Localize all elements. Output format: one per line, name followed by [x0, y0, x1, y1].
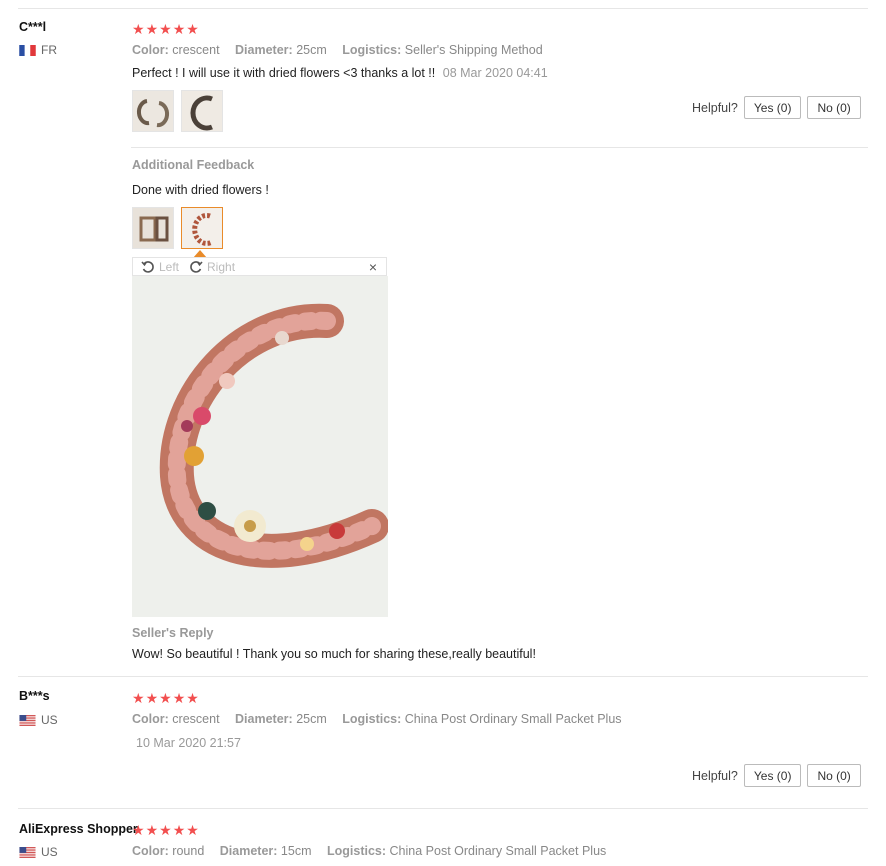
star-icon: ★: [186, 822, 199, 838]
flag-fr-icon: [19, 44, 36, 56]
attr-color-key: Color:: [132, 844, 169, 858]
photo-crescent-pair: [133, 91, 173, 131]
review-attributes: Color: crescent Diameter: 25cm Logistics…: [132, 43, 555, 57]
attr-diameter-key: Diameter:: [235, 712, 293, 726]
rotate-right-button[interactable]: Right: [189, 260, 235, 274]
attr-logistics-value: Seller's Shipping Method: [404, 43, 543, 57]
review-date: 10 Mar 2020 21:57: [136, 736, 241, 750]
attr-diameter-value: 25cm: [296, 43, 327, 57]
country-code: FR: [41, 43, 57, 57]
additional-feedback-text: Done with dried flowers !: [132, 183, 269, 197]
star-icon: ★: [159, 21, 172, 37]
reviewer-country: US: [19, 713, 58, 727]
photo-crescent-single: [182, 91, 222, 131]
helpful-group: Helpful? Yes (0) No (0): [692, 764, 861, 787]
helpful-no-button[interactable]: No (0): [807, 96, 861, 119]
close-icon[interactable]: ×: [369, 259, 377, 275]
country-code: US: [41, 845, 58, 859]
helpful-group: Helpful? Yes (0) No (0): [692, 96, 861, 119]
seller-reply-title: Seller's Reply: [132, 626, 214, 640]
star-icon: ★: [186, 21, 199, 37]
attr-logistics-value: China Post Ordinary Small Packet Plus: [389, 844, 607, 858]
attr-logistics-key: Logistics:: [342, 712, 402, 726]
star-icon: ★: [132, 21, 145, 37]
star-icon: ★: [172, 21, 186, 37]
star-rating: ★ ★ ★ ★ ★: [132, 22, 199, 36]
attr-logistics-key: Logistics:: [342, 43, 402, 57]
seller-reply-text: Wow! So beautiful ! Thank you so much fo…: [132, 647, 536, 661]
attr-logistics-key: Logistics:: [326, 844, 387, 858]
review-attributes: Color: round Diameter: 15cm Logistics: C…: [132, 844, 618, 858]
helpful-label: Helpful?: [692, 100, 738, 115]
helpful-no-button[interactable]: No (0): [807, 764, 861, 787]
rotate-left-button[interactable]: Left: [141, 260, 179, 274]
review-photo-thumb[interactable]: [132, 90, 174, 132]
review-text-line: Perfect ! I will use it with dried flowe…: [132, 66, 548, 80]
review-date-line: 10 Mar 2020 21:57: [132, 734, 241, 752]
divider: [18, 808, 868, 809]
divider: [131, 147, 868, 148]
star-icon: ★: [159, 690, 172, 706]
reviewer-country: US: [19, 845, 58, 859]
additional-photo-thumb[interactable]: [132, 207, 174, 249]
reviewer-name: B***s: [19, 689, 50, 703]
country-code: US: [41, 713, 58, 727]
review-photo-large: [132, 276, 388, 617]
star-icon: ★: [172, 690, 186, 706]
flag-us-icon: [19, 846, 36, 858]
star-icon: ★: [132, 822, 145, 838]
attr-color-key: Color:: [132, 43, 169, 57]
additional-photo-thumb-active[interactable]: [181, 207, 223, 249]
reviewer-name: AliExpress Shopper: [19, 822, 138, 836]
star-icon: ★: [145, 690, 159, 706]
rotate-right-icon: [190, 260, 203, 273]
review-photo-thumb[interactable]: [181, 90, 223, 132]
attr-diameter-key: Diameter:: [235, 43, 293, 57]
rotate-right-label: Right: [207, 259, 236, 274]
star-rating: ★ ★ ★ ★ ★: [132, 691, 199, 705]
star-icon: ★: [159, 822, 172, 838]
attr-color-value: round: [172, 844, 205, 858]
review-attributes: Color: crescent Diameter: 25cm Logistics…: [132, 712, 634, 726]
divider: [18, 8, 868, 9]
attr-color-key: Color:: [132, 712, 169, 726]
photo-flower-crescent: [182, 208, 222, 248]
divider: [18, 676, 868, 677]
additional-feedback-title: Additional Feedback: [132, 158, 255, 172]
attr-color-value: crescent: [172, 43, 220, 57]
star-icon: ★: [172, 822, 186, 838]
attr-color-value: crescent: [172, 712, 220, 726]
reviewer-name: C***l: [19, 20, 47, 34]
star-icon: ★: [145, 21, 159, 37]
photo-flower-frames: [133, 208, 173, 248]
rotate-left-label: Left: [159, 259, 180, 274]
star-rating: ★ ★ ★ ★ ★: [132, 823, 199, 837]
review-text: Perfect ! I will use it with dried flowe…: [132, 66, 436, 80]
attr-diameter-value: 25cm: [296, 712, 327, 726]
attr-diameter-key: Diameter:: [219, 844, 278, 858]
attr-logistics-value: China Post Ordinary Small Packet Plus: [404, 712, 622, 726]
rotate-left-icon: [141, 260, 154, 273]
helpful-label: Helpful?: [692, 768, 738, 783]
helpful-yes-button[interactable]: Yes (0): [743, 764, 802, 787]
attr-diameter-value: 15cm: [280, 844, 312, 858]
star-icon: ★: [145, 822, 159, 838]
reviewer-country: FR: [19, 43, 57, 57]
star-icon: ★: [132, 690, 145, 706]
flag-us-icon: [19, 714, 36, 726]
star-icon: ★: [186, 690, 199, 706]
helpful-yes-button[interactable]: Yes (0): [743, 96, 802, 119]
photo-viewer-toolbar: Left Right ×: [132, 257, 387, 276]
review-date: 08 Mar 2020 04:41: [442, 66, 548, 80]
